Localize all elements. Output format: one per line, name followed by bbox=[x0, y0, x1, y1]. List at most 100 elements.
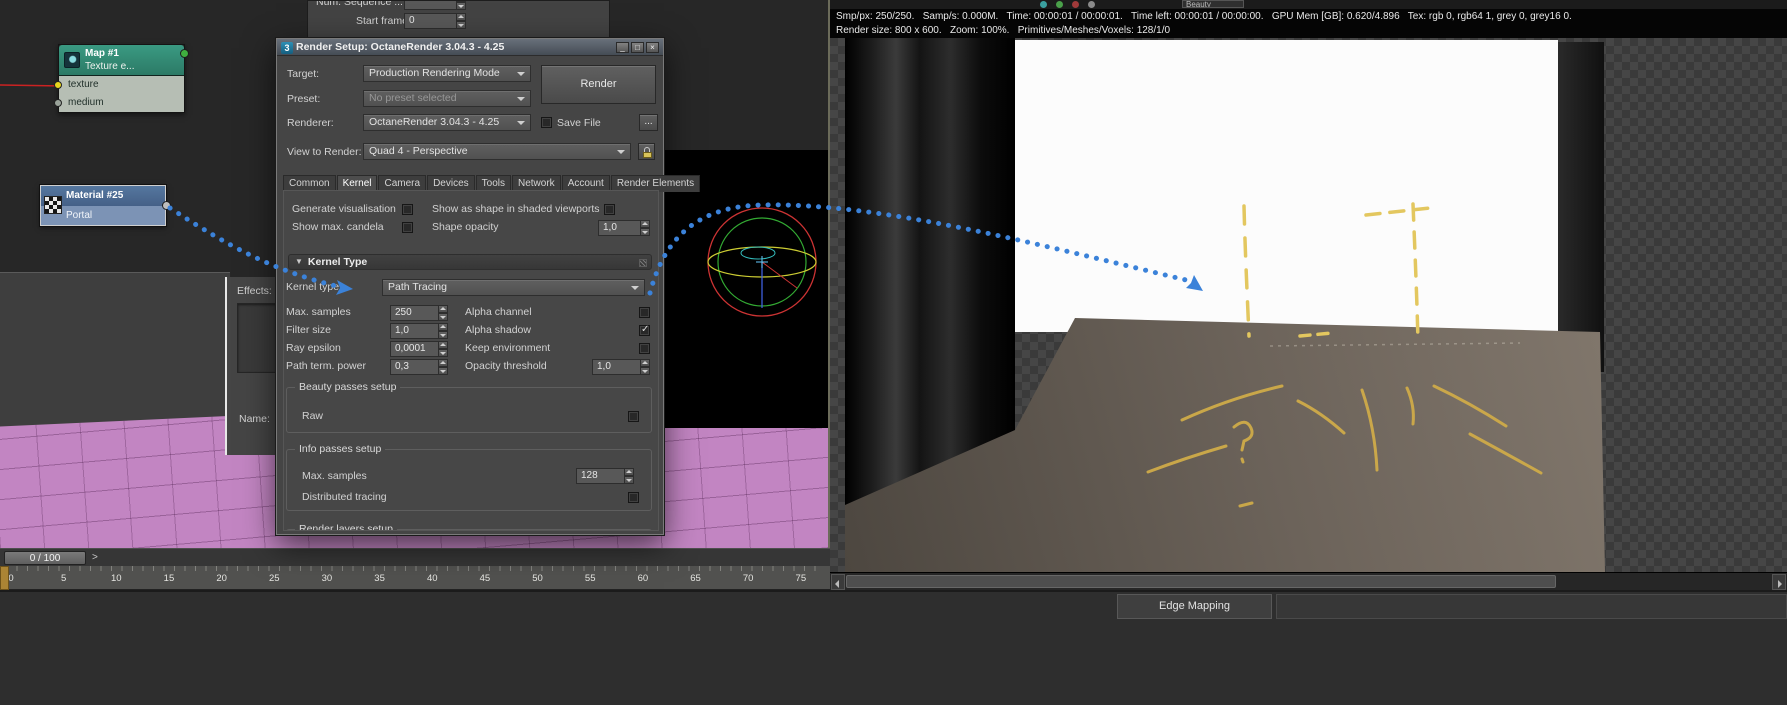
toolbar-icon-teal[interactable] bbox=[1040, 1, 1047, 8]
raw-label: Raw bbox=[302, 410, 324, 422]
shape-opacity-spinner[interactable]: 1,0 bbox=[598, 220, 650, 236]
dialog-tabbar: Common Kernel Camera Devices Tools Network Acc… bbox=[283, 173, 701, 192]
tick-label: 15 bbox=[163, 573, 175, 584]
render-button[interactable]: Render bbox=[541, 65, 656, 104]
spinner-arrows[interactable] bbox=[640, 220, 650, 236]
view-to-render-dropdown[interactable]: Quad 4 - Perspective bbox=[363, 143, 631, 160]
current-time-marker[interactable] bbox=[0, 566, 9, 590]
node-map1[interactable]: Map #1 Texture e... texture medium bbox=[54, 44, 189, 113]
minimize-button[interactable]: _ bbox=[616, 42, 629, 53]
group-title: Beauty passes setup bbox=[295, 381, 401, 393]
ruler-tickmarks bbox=[6, 566, 818, 571]
toolbar-icon-gray[interactable] bbox=[1088, 1, 1095, 8]
time-slider-track[interactable]: 0 / 100 > bbox=[0, 548, 830, 566]
tick-label: 75 bbox=[795, 573, 807, 584]
alpha-shadow-checkbox[interactable] bbox=[639, 324, 650, 336]
kernel-type-rollout-header[interactable]: ▼ Kernel Type bbox=[288, 254, 652, 270]
filter-size-label: Filter size bbox=[286, 324, 331, 336]
generate-visualisation-checkbox[interactable] bbox=[402, 204, 413, 215]
renderer-dropdown[interactable]: OctaneRender 3.04.3 - 4.25 bbox=[363, 114, 531, 131]
raw-checkbox[interactable] bbox=[628, 411, 639, 422]
texture-thumbnail-icon bbox=[64, 52, 80, 68]
node-slot-texture[interactable]: texture bbox=[54, 76, 184, 94]
keep-environment-checkbox[interactable] bbox=[639, 343, 650, 354]
kernel-type-dropdown[interactable]: Path Tracing bbox=[382, 279, 645, 296]
material-preview-icon bbox=[44, 196, 62, 214]
node-material25[interactable]: Material #25 Portal bbox=[39, 184, 171, 227]
spinner-arrows[interactable] bbox=[438, 359, 448, 375]
tick-label: 50 bbox=[532, 573, 543, 584]
opacity-threshold-label: Opacity threshold bbox=[465, 360, 547, 372]
info-max-samples-spinner[interactable]: 128 bbox=[576, 468, 634, 484]
tick-label: 45 bbox=[479, 573, 491, 584]
status-panel-right bbox=[1276, 594, 1787, 619]
spinner-arrows[interactable] bbox=[456, 1, 466, 10]
screenshot-root: Map #1 Texture e... texture medium Mater… bbox=[0, 0, 1787, 705]
opacity-threshold-spinner[interactable]: 1,0 bbox=[592, 359, 650, 375]
spinner-arrows[interactable] bbox=[438, 341, 448, 357]
slot-dot-texture[interactable] bbox=[54, 81, 62, 89]
tick-label: 30 bbox=[321, 573, 333, 584]
preset-dropdown[interactable]: No preset selected bbox=[363, 90, 531, 107]
node-subtitle: Texture e... bbox=[85, 61, 135, 72]
next-frame-button[interactable]: > bbox=[92, 551, 98, 565]
tick-label: 25 bbox=[268, 573, 280, 584]
filter-size-spinner[interactable]: 1,0 bbox=[390, 323, 448, 339]
spinner-arrows[interactable] bbox=[624, 468, 634, 484]
horizontal-scrollbar[interactable] bbox=[830, 572, 1787, 590]
ruler-labels: 0 5 10 15 20 25 30 35 40 45 50 55 60 65 … bbox=[0, 573, 812, 584]
render-statistics-bar: Smp/px: 250/250. Samp/s: 0.000M. Time: 0… bbox=[830, 9, 1787, 38]
slot-dot-medium[interactable] bbox=[54, 99, 62, 107]
ray-epsilon-spinner[interactable]: 0,0001 bbox=[390, 341, 448, 357]
tick-label: 55 bbox=[584, 573, 596, 584]
show-max-candela-checkbox[interactable] bbox=[402, 222, 413, 233]
render-result-canvas[interactable] bbox=[830, 38, 1787, 572]
scroll-right-button[interactable] bbox=[1772, 574, 1786, 590]
edge-mapping-panel[interactable]: Edge Mapping bbox=[1117, 594, 1272, 619]
start-frame-spinner[interactable]: 0 bbox=[404, 13, 466, 29]
track-bar-ruler[interactable]: 0 5 10 15 20 25 30 35 40 45 50 55 60 65 … bbox=[0, 566, 830, 590]
render-pass-dropdown[interactable]: Beauty bbox=[1182, 0, 1244, 8]
max-samples-label: Max. samples bbox=[286, 306, 351, 318]
toolbar-icon-red[interactable] bbox=[1072, 1, 1079, 8]
sequence-settings-panel: Num. Sequence ... Start frame 0 bbox=[307, 0, 610, 38]
group-title: Info passes setup bbox=[295, 443, 386, 455]
scroll-left-button[interactable] bbox=[831, 574, 845, 590]
stats-line-2: Render size: 800 x 600. Zoom: 100%. Prim… bbox=[836, 25, 1171, 36]
spinner-arrows[interactable] bbox=[456, 13, 466, 29]
distributed-tracing-checkbox[interactable] bbox=[628, 492, 639, 503]
info-max-samples-label: Max. samples bbox=[302, 470, 367, 482]
save-file-checkbox[interactable] bbox=[541, 117, 552, 128]
chevron-down-icon: ▼ bbox=[295, 257, 303, 266]
save-file-browse-button[interactable]: ... bbox=[639, 114, 658, 131]
target-dropdown[interactable]: Production Rendering Mode bbox=[363, 65, 531, 82]
show-as-shape-checkbox[interactable] bbox=[604, 204, 615, 215]
spinner-arrows[interactable] bbox=[438, 323, 448, 339]
dialog-titlebar[interactable]: 3 Render Setup: OctaneRender 3.04.3 - 4.… bbox=[277, 39, 663, 56]
alpha-channel-label: Alpha channel bbox=[465, 306, 532, 318]
node-map1-header[interactable]: Map #1 Texture e... bbox=[59, 45, 189, 75]
output-socket[interactable] bbox=[162, 201, 171, 210]
toolbar-icon-green[interactable] bbox=[1056, 1, 1063, 8]
num-sequence-spinner[interactable] bbox=[404, 1, 466, 10]
num-sequence-label: Num. Sequence ... bbox=[316, 0, 403, 8]
max-samples-spinner[interactable]: 250 bbox=[390, 305, 448, 321]
path-term-power-label: Path term. power bbox=[286, 360, 366, 372]
group-title: Render layers setup bbox=[295, 523, 397, 530]
tick-label: 70 bbox=[742, 573, 754, 584]
close-button[interactable]: × bbox=[646, 42, 659, 53]
dialog-title: Render Setup: OctaneRender 3.04.3 - 4.25 bbox=[296, 41, 505, 53]
time-slider-handle[interactable]: 0 / 100 bbox=[4, 551, 86, 565]
output-socket[interactable] bbox=[180, 49, 189, 58]
path-term-power-spinner[interactable]: 0,3 bbox=[390, 359, 448, 375]
spinner-arrows[interactable] bbox=[438, 305, 448, 321]
maximize-button[interactable]: □ bbox=[631, 42, 644, 53]
scrollbar-thumb[interactable] bbox=[846, 575, 1556, 588]
node-slot-medium[interactable]: medium bbox=[54, 94, 184, 112]
effects-label: Effects: bbox=[237, 285, 272, 297]
alpha-channel-checkbox[interactable] bbox=[639, 307, 650, 318]
effects-list[interactable] bbox=[237, 303, 277, 373]
spinner-arrows[interactable] bbox=[640, 359, 650, 375]
lock-view-button[interactable] bbox=[638, 143, 655, 160]
stats-line-1: Smp/px: 250/250. Samp/s: 0.000M. Time: 0… bbox=[836, 11, 1572, 22]
